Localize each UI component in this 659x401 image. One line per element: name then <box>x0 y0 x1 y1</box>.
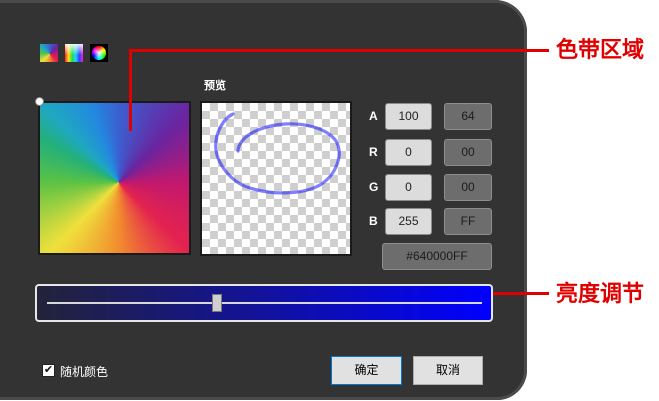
channel-label: G <box>369 180 379 194</box>
red-decimal-field[interactable]: 0 <box>385 139 432 166</box>
alpha-hex-field[interactable]: 64 <box>444 103 492 130</box>
random-color-label[interactable]: 随机颜色 <box>60 363 108 380</box>
channel-label: B <box>369 214 378 228</box>
color-band[interactable] <box>38 101 191 255</box>
color-code-field[interactable]: #640000FF <box>382 243 492 270</box>
brightness-callout-line <box>493 292 549 295</box>
preview-stroke-canvas <box>214 112 341 195</box>
brightness-annotation: 亮度调节 <box>556 281 645 306</box>
hue-saturation-icon[interactable] <box>65 44 83 62</box>
check-icon: ✔ <box>43 364 54 376</box>
color-preview <box>200 101 352 256</box>
channel-label: A <box>369 109 378 123</box>
green-hex-field[interactable]: 00 <box>444 174 492 201</box>
color-wheel-icon[interactable] <box>90 44 108 62</box>
color-band-annotation: 色带区域 <box>556 37 645 62</box>
channel-label: R <box>369 145 378 159</box>
preview-stroke <box>214 112 341 195</box>
channel-row-blue: B 255 FF <box>365 208 495 235</box>
blue-hex-field[interactable]: FF <box>444 208 492 235</box>
color-band-handle[interactable] <box>35 97 44 106</box>
alpha-decimal-field[interactable]: 100 <box>385 103 432 130</box>
channel-row-green: G 0 00 <box>365 174 495 201</box>
color-band-callout-line <box>129 49 132 131</box>
preview-label: 预览 <box>204 80 226 92</box>
blue-decimal-field[interactable]: 255 <box>385 208 432 235</box>
color-band-callout-line <box>129 49 549 52</box>
channel-row-alpha: A 100 64 <box>365 103 495 130</box>
slider-thumb[interactable] <box>211 294 222 312</box>
green-decimal-field[interactable]: 0 <box>385 174 432 201</box>
ok-button[interactable]: 确定 <box>331 356 402 385</box>
random-color-checkbox[interactable]: ✔ <box>42 364 55 377</box>
red-hex-field[interactable]: 00 <box>444 139 492 166</box>
cancel-button[interactable]: 取消 <box>413 356 483 385</box>
slider-track[interactable] <box>47 302 482 304</box>
conic-gradient-icon[interactable] <box>40 44 58 62</box>
channel-row-red: R 0 00 <box>365 139 495 166</box>
brightness-slider[interactable] <box>35 284 493 322</box>
